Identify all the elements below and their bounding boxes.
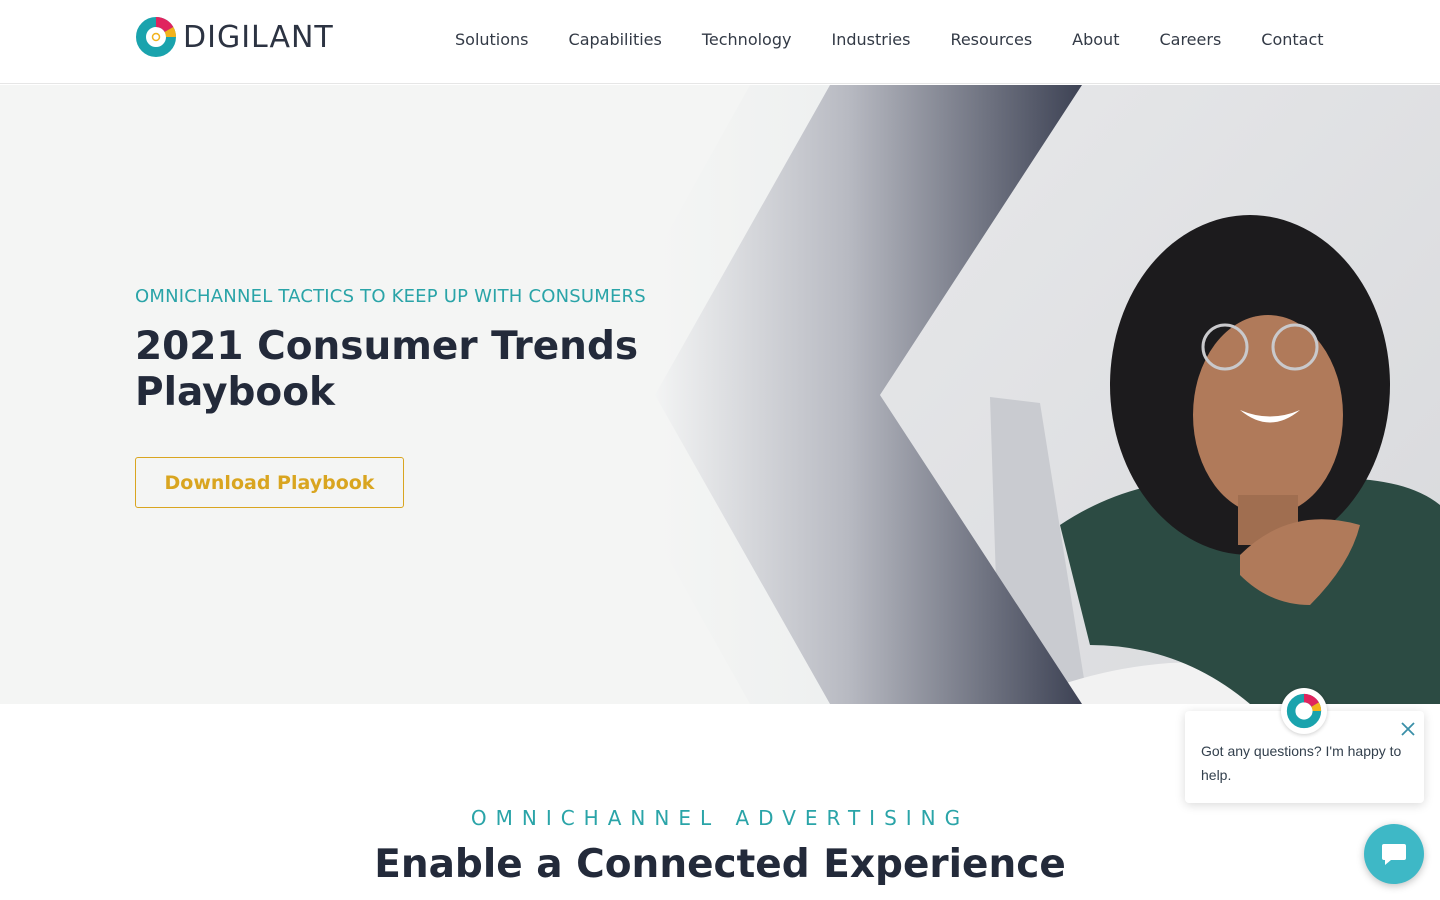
brand-logo[interactable]: DIGILANT: [135, 16, 334, 58]
nav-item-technology[interactable]: Technology: [702, 30, 792, 49]
site-header: DIGILANT Solutions Capabilities Technolo…: [0, 0, 1440, 84]
main-nav: Solutions Capabilities Technology Indust…: [455, 30, 1364, 49]
hero-banner: OMNICHANNEL TACTICS TO KEEP UP WITH CONS…: [0, 85, 1440, 704]
nav-item-resources[interactable]: Resources: [950, 30, 1032, 49]
nav-item-careers[interactable]: Careers: [1159, 30, 1221, 49]
hero-title: 2021 Consumer Trends Playbook: [135, 324, 639, 415]
nav-item-capabilities[interactable]: Capabilities: [569, 30, 662, 49]
section-eyebrow: OMNICHANNEL ADVERTISING: [470, 806, 970, 830]
digilant-ring-logo-icon: [136, 16, 177, 57]
download-playbook-button[interactable]: Download Playbook: [135, 457, 404, 508]
chat-message-text: Got any questions? I'm happy to help.: [1201, 743, 1402, 783]
chat-launcher-button[interactable]: [1364, 824, 1424, 884]
digilant-ring-logo-icon: [1286, 693, 1322, 729]
brand-name: DIGILANT: [183, 19, 334, 55]
chat-avatar: [1281, 688, 1327, 734]
chat-bubble-icon: [1382, 844, 1406, 865]
section-title: Enable a Connected Experience: [374, 842, 1066, 887]
nav-item-industries[interactable]: Industries: [831, 30, 910, 49]
nav-item-solutions[interactable]: Solutions: [455, 30, 529, 49]
nav-item-contact[interactable]: Contact: [1261, 30, 1323, 49]
nav-item-about[interactable]: About: [1072, 30, 1119, 49]
hero-eyebrow: OMNICHANNEL TACTICS TO KEEP UP WITH CONS…: [135, 286, 646, 307]
close-icon[interactable]: [1400, 721, 1416, 737]
